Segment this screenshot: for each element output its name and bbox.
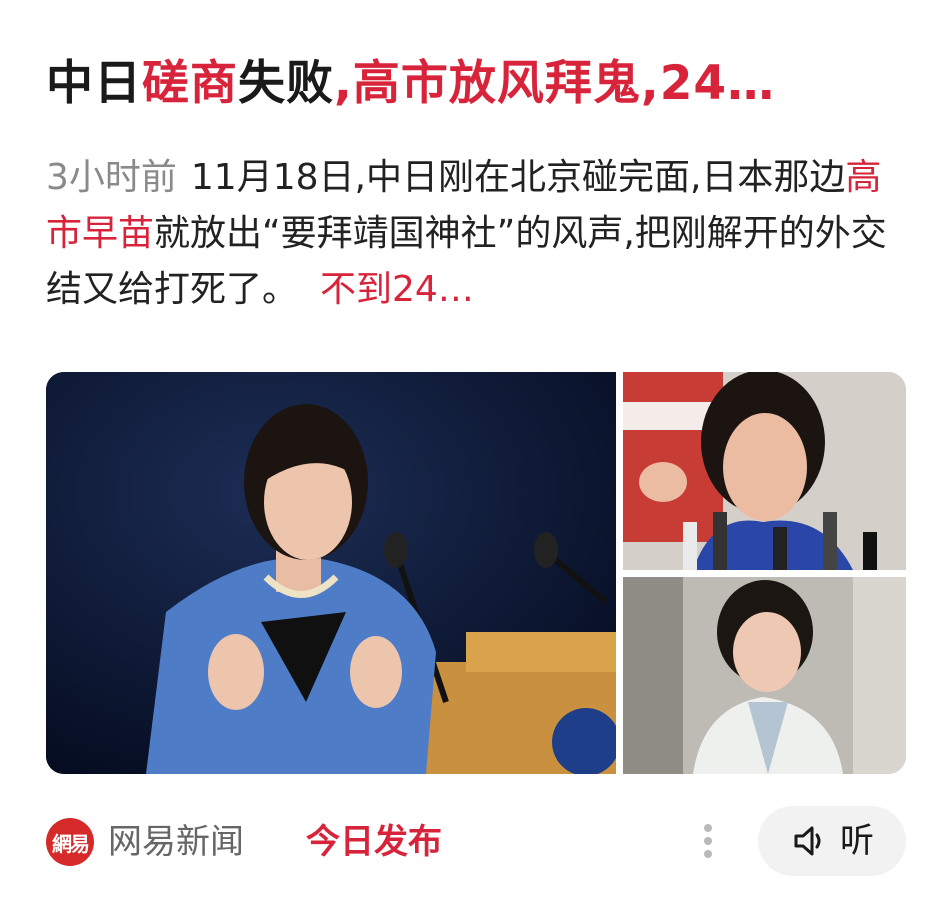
main-photo [46, 372, 616, 774]
publish-tag: 今日发布 [306, 822, 442, 862]
smiling-photo [623, 577, 906, 774]
article-summary[interactable]: 3小时前 11月18日,中日刚在北京碰完面,日本那边高市早苗就放出“要拜靖国神社”… [46, 150, 906, 318]
source-name[interactable]: 网易新闻 [108, 818, 244, 866]
speaker-icon [794, 826, 821, 856]
main-image[interactable] [46, 372, 616, 774]
news-card[interactable]: 中日磋商失败,高市放风拜鬼,24… 3小时前 11月18日,中日刚在北京碰完面,日… [0, 0, 946, 909]
card-footer: 網易 网易新闻 今日发布 听 [46, 806, 906, 876]
summary-text: 11月18日,中日刚在北京碰完面,日本那边 [190, 157, 846, 198]
bottom-right-image[interactable] [623, 577, 906, 774]
publish-time: 3小时前 [46, 157, 177, 198]
listen-button[interactable]: 听 [758, 806, 906, 876]
title-part: 失败 [238, 56, 334, 111]
title-part-highlight: ,高市放风拜鬼,24… [334, 56, 776, 111]
top-right-image[interactable] [623, 372, 906, 570]
vertical-dots-icon[interactable] [702, 822, 714, 862]
listen-label: 听 [840, 821, 874, 861]
netease-logo-icon: 網易 [46, 818, 94, 866]
press-photo [623, 372, 906, 570]
title-part-highlight: 磋商 [142, 56, 238, 111]
article-title[interactable]: 中日磋商失败,高市放风拜鬼,24… [46, 50, 906, 118]
read-more-link[interactable]: 不到24… [320, 269, 474, 310]
title-part: 中日 [46, 56, 142, 111]
